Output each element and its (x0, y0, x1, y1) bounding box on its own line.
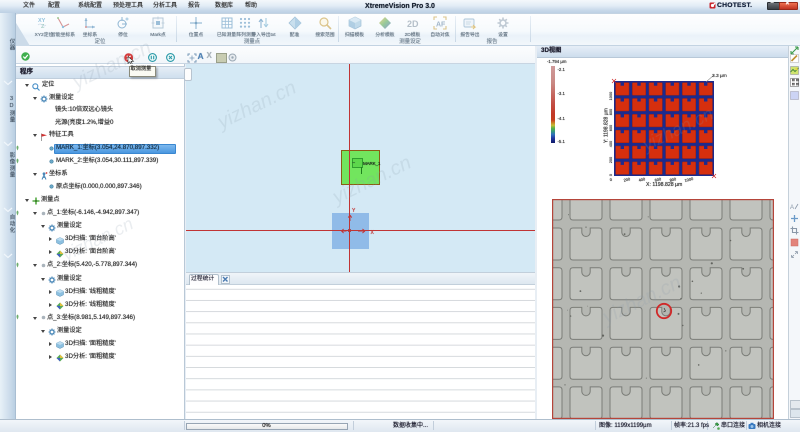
svg-text:2D: 2D (407, 19, 419, 29)
svg-text:A: A (790, 205, 794, 211)
svg-text:AF: AF (436, 22, 446, 29)
